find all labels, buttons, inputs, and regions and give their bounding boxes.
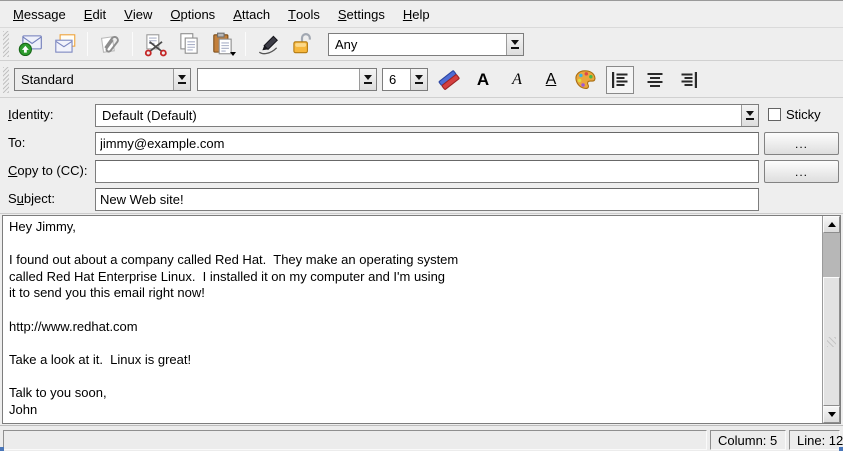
queue-mail-icon <box>52 31 78 57</box>
scroll-up-button[interactable] <box>823 216 840 233</box>
font-value <box>198 69 359 90</box>
chevron-down-icon[interactable] <box>173 69 190 90</box>
main-toolbar: Any <box>0 28 843 61</box>
format-toolbar: Standard 6 A A A <box>0 62 843 98</box>
font-size-value: 6 <box>383 69 410 90</box>
italic-button[interactable]: A <box>504 67 530 93</box>
arrow-down-icon <box>828 412 836 417</box>
menu-help[interactable]: Help <box>394 2 439 27</box>
bold-icon: A <box>477 70 489 90</box>
text-color-button[interactable] <box>572 67 598 93</box>
eraser-icon <box>436 67 462 93</box>
menu-message[interactable]: Message <box>4 2 75 27</box>
menu-attach[interactable]: Attach <box>224 2 279 27</box>
chevron-down-icon[interactable] <box>359 69 376 90</box>
bold-button[interactable]: A <box>470 67 496 93</box>
chevron-down-icon[interactable] <box>506 34 523 55</box>
subject-row: Subject: <box>0 188 843 211</box>
status-line-indicator: Line: 12 <box>789 430 840 450</box>
font-combobox[interactable] <box>197 68 377 91</box>
cut-button[interactable] <box>141 30 169 58</box>
align-right-icon <box>678 69 700 91</box>
underline-button[interactable]: A <box>538 67 564 93</box>
paragraph-style-combobox[interactable]: Standard <box>14 68 191 91</box>
toolbar-separator <box>87 32 88 56</box>
paste-button[interactable] <box>209 30 237 58</box>
queue-mail-button[interactable] <box>51 30 79 58</box>
pen-icon <box>255 31 281 57</box>
align-left-button[interactable] <box>606 66 634 94</box>
to-input[interactable] <box>95 132 759 155</box>
cut-icon <box>142 31 168 57</box>
sign-message-button[interactable] <box>254 30 282 58</box>
toolbar-drag-handle[interactable] <box>3 31 9 57</box>
status-message-panel <box>3 430 707 450</box>
style-value: Standard <box>15 69 173 90</box>
align-center-icon <box>644 69 666 91</box>
chevron-down-icon[interactable] <box>410 69 427 90</box>
window-corner-decoration <box>839 447 843 451</box>
cc-label: Copy to (CC): <box>8 163 87 178</box>
identity-combobox[interactable]: Default (Default) <box>95 104 759 127</box>
menu-options[interactable]: Options <box>161 2 224 27</box>
arrow-up-icon <box>828 222 836 227</box>
paperclip-icon <box>97 31 123 57</box>
mail-composer-window: Message Edit View Options Attach Tools S… <box>0 0 843 451</box>
align-right-button[interactable] <box>676 67 702 93</box>
underline-icon: A <box>546 71 557 89</box>
align-center-button[interactable] <box>642 67 668 93</box>
identity-value: Default (Default) <box>96 105 741 126</box>
to-row: To: ... <box>0 132 843 155</box>
sticky-label: Sticky <box>786 107 821 122</box>
send-mail-button[interactable] <box>17 30 45 58</box>
message-body-text[interactable]: Hey Jimmy, I found out about a company c… <box>3 216 821 423</box>
sticky-checkbox[interactable] <box>768 108 781 121</box>
subject-input[interactable] <box>95 188 759 211</box>
italic-icon: A <box>512 71 522 89</box>
menu-settings[interactable]: Settings <box>329 2 394 27</box>
status-column-indicator: Column: 5 <box>710 430 786 450</box>
copy-icon <box>176 31 202 57</box>
chevron-down-icon[interactable] <box>741 105 758 126</box>
clear-formatting-button[interactable] <box>436 67 462 93</box>
cc-input[interactable] <box>95 160 759 183</box>
menu-tools[interactable]: Tools <box>279 2 329 27</box>
window-corner-decoration <box>0 447 4 451</box>
menu-edit[interactable]: Edit <box>75 2 115 27</box>
priority-value: Any <box>329 34 506 55</box>
scroll-down-button[interactable] <box>823 406 840 423</box>
to-addressbook-button[interactable]: ... <box>764 132 839 155</box>
send-mail-icon <box>18 31 44 57</box>
subject-label: Subject: <box>8 191 55 206</box>
open-padlock-icon <box>289 31 315 57</box>
message-headers: Identity: Default (Default) Sticky To: .… <box>0 99 843 214</box>
copy-button[interactable] <box>175 30 203 58</box>
cc-addressbook-button[interactable]: ... <box>764 160 839 183</box>
identity-row: Identity: Default (Default) Sticky <box>0 104 843 127</box>
editor-scrollbar <box>822 216 840 423</box>
sticky-option: Sticky <box>768 107 821 122</box>
statusbar: Column: 5 Line: 12 <box>0 425 843 451</box>
toolbar-drag-handle[interactable] <box>3 67 9 93</box>
menubar: Message Edit View Options Attach Tools S… <box>0 2 843 28</box>
attach-file-button[interactable] <box>96 30 124 58</box>
to-label: To: <box>8 135 25 150</box>
font-size-combobox[interactable]: 6 <box>382 68 428 91</box>
align-left-icon <box>609 69 631 91</box>
identity-label: Identity: <box>8 107 54 122</box>
palette-icon <box>572 67 598 93</box>
toolbar-separator <box>132 32 133 56</box>
message-body-editor: Hey Jimmy, I found out about a company c… <box>2 215 841 424</box>
toolbar-separator <box>245 32 246 56</box>
paste-dropdown-arrow-icon[interactable] <box>230 52 236 56</box>
menu-view[interactable]: View <box>115 2 161 27</box>
cc-row: Copy to (CC): ... <box>0 160 843 183</box>
encrypt-message-button[interactable] <box>288 30 316 58</box>
scrollbar-thumb[interactable] <box>823 277 840 406</box>
priority-combobox[interactable]: Any <box>328 33 524 56</box>
